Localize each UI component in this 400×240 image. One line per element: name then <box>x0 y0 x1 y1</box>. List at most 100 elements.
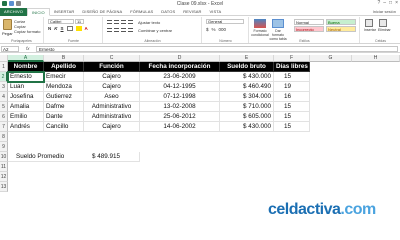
header-cell-dias[interactable]: Días libres <box>274 62 310 72</box>
column-header-f[interactable]: F <box>274 55 310 62</box>
table-cell[interactable]: Cajero <box>84 122 140 132</box>
number-format-select[interactable]: General <box>206 19 244 24</box>
close-button[interactable]: × <box>395 0 398 6</box>
minimize-button[interactable]: – <box>383 0 386 6</box>
format-as-table-icon[interactable] <box>272 19 284 28</box>
format-painter-button[interactable]: Copiar formato <box>14 29 40 34</box>
tab-diseno-pagina[interactable]: DISEÑO DE PÁGINA <box>78 8 126 16</box>
table-cell[interactable]: 04-12-1995 <box>140 82 220 92</box>
name-box[interactable]: A2 <box>1 46 19 52</box>
header-cell-fecha[interactable]: Fecha incorporación <box>140 62 220 72</box>
table-cell[interactable]: 15 <box>274 102 310 112</box>
table-cell[interactable]: 15 <box>274 122 310 132</box>
header-cell-funcion[interactable]: Función <box>84 62 140 72</box>
conditional-format-icon[interactable] <box>254 19 266 28</box>
table-cell[interactable]: 23-06-2009 <box>140 72 220 82</box>
row-header-7[interactable]: 7 <box>0 122 8 132</box>
tab-inicio[interactable]: INICIO <box>26 7 50 16</box>
align-bottom-icon[interactable] <box>121 20 126 24</box>
align-right-icon[interactable] <box>121 28 126 32</box>
column-header-h[interactable]: H <box>352 55 400 62</box>
font-color-icon[interactable]: A <box>85 26 88 31</box>
fx-icon[interactable]: fx <box>26 46 30 51</box>
table-cell[interactable]: $ 710.000 <box>220 102 274 112</box>
column-header-g[interactable]: G <box>310 55 352 62</box>
table-cell[interactable]: Luan <box>8 82 44 92</box>
row-header-1[interactable]: 1 <box>0 62 8 72</box>
row-header-5[interactable]: 5 <box>0 102 8 112</box>
table-cell[interactable]: 15 <box>274 112 310 122</box>
signin-link[interactable]: Iniciar sesión <box>373 9 400 14</box>
header-cell-sueldo[interactable]: Sueldo bruto <box>220 62 274 72</box>
table-cell[interactable]: Andrés <box>8 122 44 132</box>
tab-vista[interactable]: VISTA <box>205 8 225 16</box>
tab-revisar[interactable]: REVISAR <box>179 8 205 16</box>
align-top-icon[interactable] <box>107 20 112 24</box>
column-header-c[interactable]: C <box>84 55 140 62</box>
table-cell[interactable]: Aseo <box>84 92 140 102</box>
align-left-icon[interactable] <box>107 28 112 32</box>
table-cell[interactable]: Emecir <box>44 72 84 82</box>
summary-label-cell[interactable]: Sueldo Promedio <box>8 152 84 162</box>
row-header-3[interactable]: 3 <box>0 82 8 92</box>
tab-archivo[interactable]: ARCHIVO <box>0 7 27 16</box>
row-header-8[interactable]: 8 <box>0 132 8 142</box>
bold-button[interactable]: N <box>48 26 51 31</box>
table-cell[interactable]: Administrativo <box>84 112 140 122</box>
column-header-b[interactable]: B <box>44 55 84 62</box>
table-cell[interactable]: Emilio <box>8 112 44 122</box>
tab-datos[interactable]: DATOS <box>157 8 179 16</box>
table-cell[interactable]: $ 430.000 <box>220 122 274 132</box>
table-cell[interactable]: $ 430.000 <box>220 72 274 82</box>
table-cell[interactable]: Josefina <box>8 92 44 102</box>
style-bad[interactable]: Incorrecto <box>294 26 324 32</box>
table-cell[interactable]: Cajero <box>84 82 140 92</box>
align-middle-icon[interactable] <box>114 20 119 24</box>
table-cell[interactable]: 15 <box>274 72 310 82</box>
indent-icon[interactable] <box>128 28 133 32</box>
table-cell[interactable]: Amalia <box>8 102 44 112</box>
row-header-6[interactable]: 6 <box>0 112 8 122</box>
paste-icon[interactable] <box>3 19 12 30</box>
delete-cells-button[interactable]: Eliminar <box>378 19 391 32</box>
table-cell[interactable]: Gutierrez <box>44 92 84 102</box>
table-cell[interactable]: $ 460.490 <box>220 82 274 92</box>
table-cell[interactable]: Dante <box>44 112 84 122</box>
row-header-9[interactable]: 9 <box>0 142 8 152</box>
table-cell[interactable]: 19 <box>274 82 310 92</box>
tab-formulas[interactable]: FÓRMULAS <box>126 8 157 16</box>
column-header-d[interactable]: D <box>140 55 220 62</box>
header-cell-apellido[interactable]: Apellido <box>44 62 84 72</box>
row-header-12[interactable]: 12 <box>0 172 8 182</box>
paste-button[interactable]: Pegar <box>2 31 13 36</box>
row-header-4[interactable]: 4 <box>0 92 8 102</box>
tab-insertar[interactable]: INSERTAR <box>50 8 79 16</box>
table-cell[interactable]: Dafme <box>44 102 84 112</box>
align-center-icon[interactable] <box>114 28 119 32</box>
table-cell[interactable]: $ 304.000 <box>220 92 274 102</box>
conditional-format-button[interactable]: Formato condicional <box>251 29 269 37</box>
row-header-11[interactable]: 11 <box>0 162 8 172</box>
insert-cells-button[interactable]: Insertar <box>364 19 376 32</box>
thousands-button[interactable]: 000 <box>219 27 227 32</box>
percent-button[interactable]: % <box>212 27 216 32</box>
underline-button[interactable]: S <box>61 26 64 31</box>
maximize-button[interactable]: □ <box>389 0 392 6</box>
table-cell[interactable]: Ernesto <box>8 72 44 82</box>
merge-center-button[interactable]: Combinar y centrar <box>138 28 172 33</box>
italic-button[interactable]: K <box>54 26 57 31</box>
formula-input[interactable]: Ernesto <box>36 46 398 52</box>
style-good[interactable]: Buena <box>326 19 356 25</box>
style-normal[interactable]: Normal <box>294 19 324 25</box>
header-cell-nombre[interactable]: Nombre <box>8 62 44 72</box>
table-cell[interactable]: Cajero <box>84 72 140 82</box>
row-header-13[interactable]: 13 <box>0 182 8 192</box>
table-cell[interactable]: Cancillo <box>44 122 84 132</box>
font-size-select[interactable]: 11 <box>75 19 84 24</box>
table-cell[interactable]: 07-12-1998 <box>140 92 220 102</box>
orientation-icon[interactable] <box>128 20 133 24</box>
row-header-2[interactable]: 2 <box>0 72 8 82</box>
table-cell[interactable]: 13-02-2008 <box>140 102 220 112</box>
column-header-a[interactable]: A <box>8 55 44 62</box>
style-neutral[interactable]: Neutral <box>326 26 356 32</box>
